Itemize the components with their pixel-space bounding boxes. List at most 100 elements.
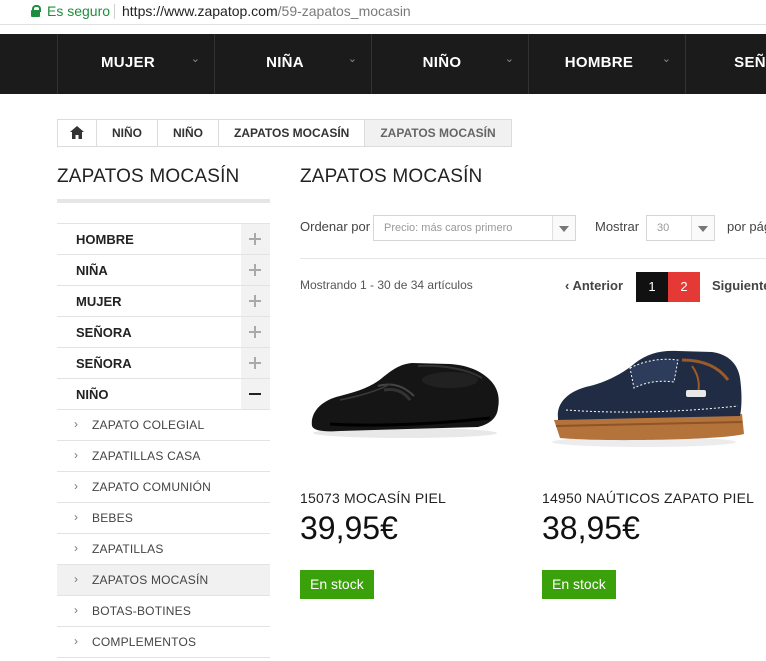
category-label: NIÑO xyxy=(76,387,109,402)
category-item-senora-2[interactable]: SEÑORA xyxy=(57,348,270,379)
nav-item-nina[interactable]: NIÑA ⌄ xyxy=(215,34,372,94)
product-card[interactable]: 14950 NAÚTICOS ZAPATO PIEL 38,95€ En sto… xyxy=(542,330,766,605)
url-host: https://www.zapatop.com xyxy=(122,3,278,19)
subcategory-label: ZAPATO COMUNIÓN xyxy=(92,480,212,494)
chevron-right-icon: › xyxy=(74,479,78,493)
nav-item-label: MUJER xyxy=(100,54,155,71)
pagination-page-1[interactable]: 1 xyxy=(636,272,668,302)
chevron-down-icon[interactable]: ⌄ xyxy=(505,52,514,65)
pagination-previous[interactable]: ‹ Anterior xyxy=(565,278,623,293)
subcategory-item[interactable]: › ZAPATO COLEGIAL xyxy=(57,410,270,441)
expand-plus-icon[interactable] xyxy=(241,317,270,347)
category-item-mujer[interactable]: MUJER xyxy=(57,286,270,317)
expand-plus-icon[interactable] xyxy=(241,286,270,316)
breadcrumb-item[interactable]: NIÑO xyxy=(158,120,219,146)
lock-icon xyxy=(31,5,41,17)
subcategory-label: ZAPATO COLEGIAL xyxy=(92,418,205,432)
page-title: ZAPATOS MOCASÍN xyxy=(300,166,483,187)
nav-item-senora[interactable]: SEÑO xyxy=(686,34,766,94)
nav-item-label: NIÑA xyxy=(266,54,304,71)
nav-spacer xyxy=(0,34,58,94)
home-icon xyxy=(70,126,84,139)
sidebar-title: ZAPATOS MOCASÍN xyxy=(57,166,240,187)
subcategory-item[interactable]: › ZAPATILLAS CASA xyxy=(57,441,270,472)
toolbar-divider xyxy=(300,258,766,259)
subcategory-item-active[interactable]: › ZAPATOS MOCASÍN xyxy=(57,565,270,596)
collapse-minus-icon[interactable] xyxy=(241,379,270,409)
product-price: 39,95€ xyxy=(300,510,398,546)
subcategory-item[interactable]: › BOTAS-BOTINES xyxy=(57,596,270,627)
chevron-right-icon: › xyxy=(74,634,78,648)
chevron-right-icon: › xyxy=(74,572,78,586)
chevron-down-icon[interactable]: ⌄ xyxy=(191,52,200,65)
subcategory-label: COMPLEMENTOS xyxy=(92,635,197,649)
sort-select[interactable]: Precio: más caros primero xyxy=(373,215,576,241)
subcategory-label: BOTAS-BOTINES xyxy=(92,604,192,618)
product-price: 38,95€ xyxy=(542,510,640,546)
category-item-nino[interactable]: NIÑO xyxy=(57,379,270,410)
expand-plus-icon[interactable] xyxy=(241,255,270,285)
category-label: NIÑA xyxy=(76,263,108,278)
product-card[interactable]: 15073 MOCASÍN PIEL 39,95€ En stock xyxy=(300,330,530,605)
per-page-select[interactable]: 30 xyxy=(646,215,715,241)
chevron-right-icon: › xyxy=(74,510,78,524)
chevron-right-icon: › xyxy=(74,417,78,431)
pagination-next[interactable]: Siguiente xyxy=(712,278,766,293)
sidebar-title-underline xyxy=(57,199,270,203)
dropdown-arrow-icon[interactable] xyxy=(691,216,714,240)
product-image-navy-boat-shoe[interactable] xyxy=(542,330,752,470)
pagination-previous-label: Anterior xyxy=(572,278,624,293)
category-tree: HOMBRE NIÑA MUJER SEÑORA SEÑORA NIÑO › Z… xyxy=(57,223,270,658)
category-label: SEÑORA xyxy=(76,356,132,371)
secure-label: Es seguro xyxy=(47,3,111,19)
breadcrumb: NIÑO NIÑO ZAPATOS MOCASÍN ZAPATOS MOCASÍ… xyxy=(57,119,512,147)
category-item-nina[interactable]: NIÑA xyxy=(57,255,270,286)
subcategory-item[interactable]: › ZAPATILLAS xyxy=(57,534,270,565)
subcategory-label: ZAPATILLAS xyxy=(92,542,164,556)
product-name[interactable]: 15073 MOCASÍN PIEL xyxy=(300,490,446,506)
expand-plus-icon[interactable] xyxy=(241,224,270,254)
breadcrumb-current: ZAPATOS MOCASÍN xyxy=(365,120,511,146)
show-label: Mostrar xyxy=(595,219,640,234)
category-label: SEÑORA xyxy=(76,325,132,340)
chevron-right-icon: › xyxy=(74,603,78,617)
per-page-select-value: 30 xyxy=(657,222,670,234)
subcategory-label: ZAPATOS MOCASÍN xyxy=(92,573,209,587)
pagination-page-2[interactable]: 2 xyxy=(668,272,700,302)
product-name[interactable]: 14950 NAÚTICOS ZAPATO PIEL xyxy=(542,490,754,506)
chevron-right-icon: › xyxy=(74,541,78,555)
dropdown-arrow-icon[interactable] xyxy=(552,216,575,240)
url-path: /59-zapatos_mocasin xyxy=(277,3,411,19)
sort-select-value: Precio: más caros primero xyxy=(384,222,513,234)
chevron-down-icon[interactable]: ⌄ xyxy=(348,52,357,65)
nav-item-hombre[interactable]: HOMBRE ⌄ xyxy=(529,34,686,94)
breadcrumb-item[interactable]: ZAPATOS MOCASÍN xyxy=(219,120,366,146)
nav-item-label: HOMBRE xyxy=(564,54,634,71)
nav-item-mujer[interactable]: MUJER ⌄ xyxy=(58,34,215,94)
chevron-right-icon: › xyxy=(74,448,78,462)
address-bar[interactable]: Es seguro https://www.zapatop.com/59-zap… xyxy=(0,0,766,25)
category-label: MUJER xyxy=(76,294,122,309)
nav-item-label: NIÑO xyxy=(422,54,462,71)
nav-item-nino[interactable]: NIÑO ⌄ xyxy=(372,34,529,94)
subcategory-label: BEBES xyxy=(92,511,134,525)
subcategory-item[interactable]: › COMPLEMENTOS xyxy=(57,627,270,658)
subcategory-label: ZAPATILLAS CASA xyxy=(92,449,201,463)
breadcrumb-home[interactable] xyxy=(58,120,97,146)
chevron-down-icon[interactable]: ⌄ xyxy=(662,52,671,65)
subcategory-item[interactable]: › ZAPATO COMUNIÓN xyxy=(57,472,270,503)
results-count: Mostrando 1 - 30 de 34 artículos xyxy=(300,278,473,292)
sort-label: Ordenar por xyxy=(300,219,371,234)
expand-plus-icon[interactable] xyxy=(241,348,270,378)
url-text[interactable]: https://www.zapatop.com/59-zapatos_mocas… xyxy=(122,3,411,19)
per-page-label: por pág xyxy=(727,219,766,234)
subcategory-item[interactable]: › BEBES xyxy=(57,503,270,534)
category-item-hombre[interactable]: HOMBRE xyxy=(57,224,270,255)
breadcrumb-item[interactable]: NIÑO xyxy=(97,120,158,146)
stock-badge: En stock xyxy=(542,570,616,599)
main-navigation: MUJER ⌄ NIÑA ⌄ NIÑO ⌄ HOMBRE ⌄ SEÑO xyxy=(0,34,766,94)
category-item-senora[interactable]: SEÑORA xyxy=(57,317,270,348)
stock-badge: En stock xyxy=(300,570,374,599)
product-image-black-loafer[interactable] xyxy=(300,330,510,470)
address-divider xyxy=(114,4,115,19)
